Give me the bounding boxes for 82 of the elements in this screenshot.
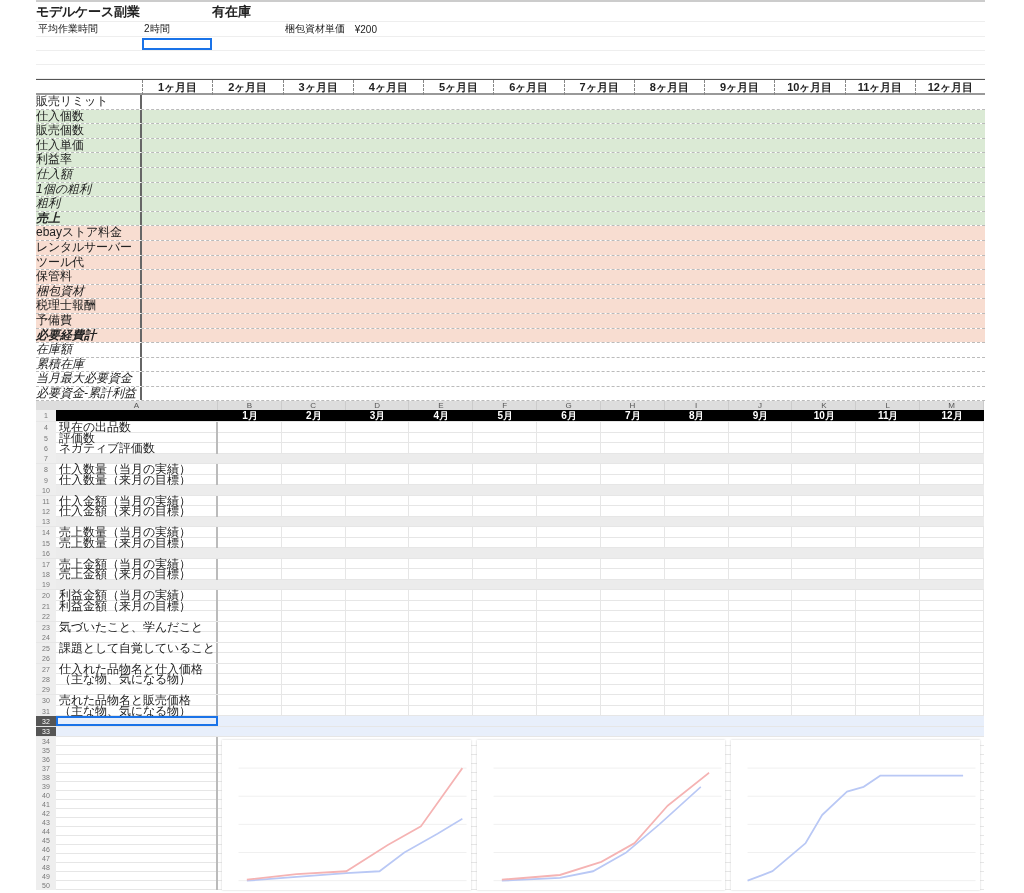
- corner-cell[interactable]: [36, 401, 56, 411]
- row-label: 仕入金額（当月の実績）: [59, 495, 191, 507]
- month-header: 1月: [218, 410, 282, 422]
- row-label: 梱包資材: [36, 284, 142, 299]
- row-label: 売上数量（当月の実績）: [59, 527, 191, 538]
- column-header: 12ヶ月目: [927, 80, 973, 95]
- row-label: 保管料: [36, 270, 142, 284]
- row-label: 売上金額（来月の目標）: [59, 569, 191, 580]
- sheet-title: モデルケース副業: [36, 2, 140, 21]
- column-letter[interactable]: K: [792, 401, 857, 411]
- row-label: 粗利: [36, 197, 142, 211]
- column-letter[interactable]: J: [728, 401, 793, 411]
- column-letter[interactable]: M: [920, 401, 984, 411]
- row-label: 売れた品物名と販売価格: [59, 695, 191, 706]
- row-label: 必要経費計: [36, 328, 142, 343]
- row-label: 課題として自覚していること: [59, 642, 215, 654]
- column-letter[interactable]: L: [856, 401, 921, 411]
- column-header: 5ヶ月目: [439, 80, 479, 95]
- column-header: 4ヶ月目: [368, 80, 408, 95]
- row-label: 税理士報酬: [36, 299, 142, 313]
- column-header: 8ヶ月目: [649, 80, 689, 95]
- selected-cell[interactable]: [142, 37, 212, 50]
- month-header: 3月: [345, 410, 410, 422]
- row-label: 仕入個数: [36, 109, 142, 124]
- column-letter[interactable]: F: [473, 401, 538, 411]
- column-letter[interactable]: E: [409, 401, 474, 411]
- row-label: 販売リミット: [36, 95, 142, 109]
- row-label: 利益金額（来月の目標）: [59, 600, 191, 612]
- column-header: 7ヶ月目: [579, 80, 619, 95]
- month-header: 7月: [600, 410, 665, 422]
- column-letter[interactable]: H: [600, 401, 665, 411]
- row-label: ネガティブ評価数: [59, 443, 155, 454]
- param-label: 平均作業時間: [38, 22, 98, 36]
- row-label: 予備費: [36, 313, 142, 328]
- param-value: 2時間: [144, 22, 170, 36]
- row-label: レンタルサーバー: [36, 240, 142, 255]
- row-label: 仕入れた品物名と仕入価格: [59, 663, 203, 675]
- row-label: 利益金額（当月の実績）: [59, 590, 191, 601]
- row-label: 累積在庫: [36, 357, 142, 372]
- row-label: 売上金額（当月の実績）: [59, 558, 191, 570]
- row-label: 仕入数量（当月の実績）: [59, 464, 191, 475]
- month-header: 9月: [728, 410, 793, 422]
- column-header: 6ヶ月目: [509, 80, 549, 95]
- month-header: 8月: [664, 410, 729, 422]
- column-letter[interactable]: A: [56, 401, 218, 411]
- column-header: 11ヶ月目: [857, 80, 903, 95]
- row-label: （主な物、気になる物）: [59, 674, 191, 685]
- row-label: 販売個数: [36, 124, 142, 138]
- column-letter[interactable]: D: [345, 401, 410, 411]
- column-letter[interactable]: G: [537, 401, 601, 411]
- row-label: 仕入単価: [36, 138, 142, 153]
- row-label: 当月最大必要資金: [36, 372, 142, 386]
- column-letter[interactable]: B: [218, 401, 282, 411]
- selected-cell[interactable]: [56, 716, 218, 726]
- param-value: ¥200: [354, 23, 377, 35]
- row-label: 現在の出品数: [59, 422, 131, 433]
- row-label: ツール代: [36, 255, 142, 270]
- row-label: 仕入金額（来月の目標）: [59, 506, 191, 517]
- column-header: 9ヶ月目: [720, 80, 760, 95]
- month-header: 10月: [792, 410, 857, 422]
- column-header: 3ヶ月目: [298, 80, 338, 95]
- row-label: ebayストア料金: [36, 226, 142, 240]
- row-label: 利益率: [36, 153, 142, 167]
- row-label: 気づいたこと、学んだこと: [59, 621, 203, 633]
- month-header: 2月: [281, 410, 346, 422]
- month-header: 12月: [920, 410, 984, 422]
- column-header: 2ヶ月目: [228, 80, 268, 95]
- sheet-subtitle: 有在庫: [212, 2, 252, 21]
- row-label: 在庫額: [36, 343, 142, 357]
- column-letter[interactable]: I: [664, 401, 729, 411]
- month-header: 4月: [409, 410, 474, 422]
- row-label: 評価数: [59, 432, 95, 444]
- month-header: 6月: [537, 410, 601, 422]
- row-label: 1個の粗利: [36, 182, 142, 197]
- column-header: 10ヶ月目: [787, 80, 833, 95]
- month-header: 11月: [856, 410, 921, 422]
- column-letter[interactable]: C: [281, 401, 346, 411]
- month-header: 5月: [473, 410, 538, 422]
- row-label: 売上: [36, 211, 142, 226]
- column-header: 1ヶ月目: [158, 80, 198, 95]
- row-label: 仕入額: [36, 167, 142, 182]
- param-label: 梱包資材単価: [284, 22, 345, 36]
